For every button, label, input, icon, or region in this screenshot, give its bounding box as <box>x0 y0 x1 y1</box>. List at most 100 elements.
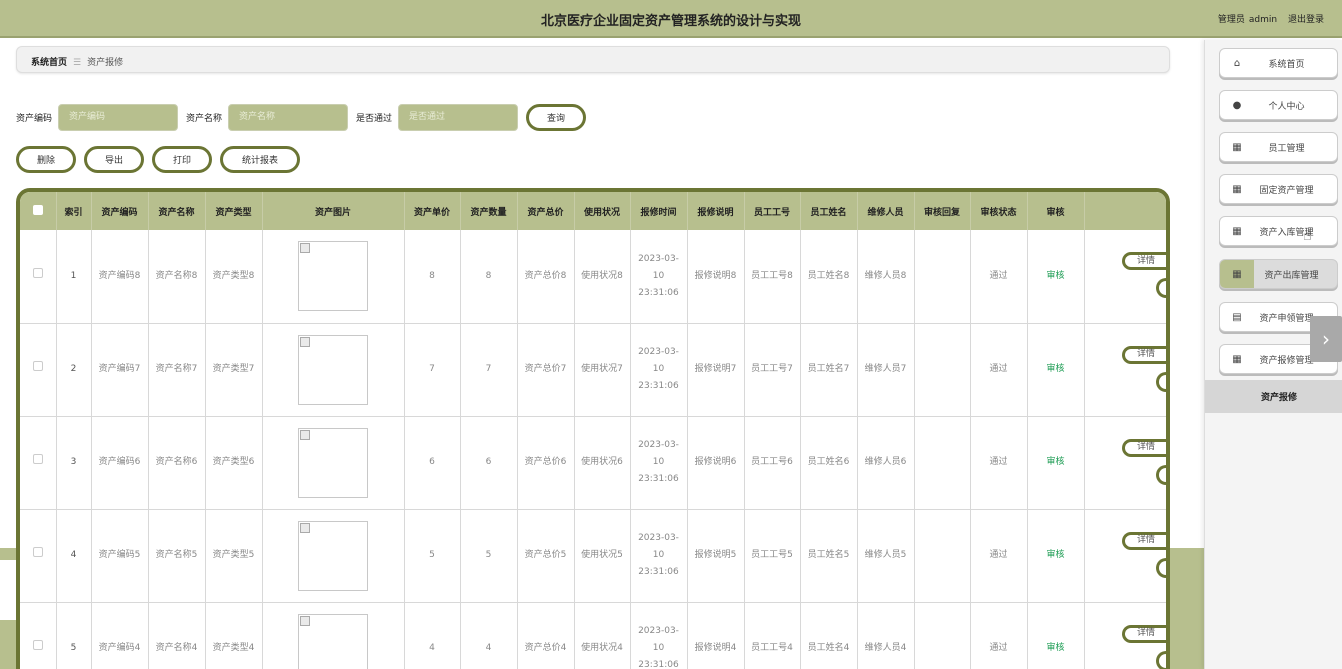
sidebar-item-home[interactable]: ⌂ 系统首页 <box>1219 48 1338 78</box>
row-checkbox-cell[interactable] <box>20 602 57 669</box>
sidebar-item-profile[interactable]: ● 个人中心 <box>1219 90 1338 120</box>
audit-link[interactable]: 审核 <box>1046 457 1064 467</box>
select-all-checkbox[interactable] <box>20 192 57 230</box>
cell-operations: 详情 <box>1084 602 1166 669</box>
cell-quantity: 5 <box>460 509 518 603</box>
audit-link[interactable]: 审核 <box>1046 364 1064 374</box>
broken-image-marker <box>300 522 310 533</box>
cell-repairer: 维修人员8 <box>857 230 915 324</box>
edit-button[interactable] <box>1155 464 1166 485</box>
grid-icon: ▦ <box>1232 353 1242 365</box>
checkbox-icon[interactable] <box>32 361 43 371</box>
audit-link[interactable]: 审核 <box>1046 271 1064 281</box>
cell-asset-name: 资产名称5 <box>148 509 206 603</box>
sidebar-subitem-repair[interactable]: 资产报修 <box>1205 380 1342 413</box>
chevron-right-icon[interactable]: › <box>1310 316 1342 362</box>
table-row: 1 资产编码8 资产名称8 资产类型8 8 8 资产总价8 使用状况8 2023-03-10 2… <box>20 230 1166 324</box>
audit-link[interactable]: 审核 <box>1046 550 1064 560</box>
checkbox-icon[interactable] <box>32 547 43 557</box>
sidebar-item-label: 资产出库管理 <box>1264 270 1319 281</box>
cell-asset-code: 资产编码8 <box>91 230 149 324</box>
grid-icon: ▦ <box>1220 260 1254 288</box>
row-checkbox-cell[interactable] <box>20 323 57 417</box>
edit-button[interactable] <box>1155 650 1166 669</box>
document-icon: ▤ <box>1232 311 1242 323</box>
breadcrumb-home[interactable]: 系统首页 <box>31 58 67 68</box>
user-area: 管理员 admin 退出登录 <box>1214 12 1324 25</box>
cell-unit-price: 5 <box>404 509 461 603</box>
top-bar: 北京医疗企业固定资产管理系统的设计与实现 管理员 admin 退出登录 <box>0 0 1342 38</box>
broken-image-marker <box>300 336 310 347</box>
broken-image-marker <box>300 429 310 440</box>
cell-repairer: 维修人员7 <box>857 323 915 417</box>
cell-unit-price: 7 <box>404 323 461 417</box>
cell-usage-status: 使用状况4 <box>574 602 631 669</box>
cell-usage-status: 使用状况7 <box>574 323 631 417</box>
column-header: 资产名称 <box>148 192 206 230</box>
checkbox-icon[interactable] <box>32 204 43 215</box>
column-header: 资产总价 <box>517 192 575 230</box>
cell-audit-action: 审核 <box>1027 509 1085 603</box>
approved-input[interactable] <box>398 103 519 131</box>
row-checkbox-cell[interactable] <box>20 509 57 603</box>
cell-usage-status: 使用状况5 <box>574 509 631 603</box>
query-button[interactable]: 查询 <box>526 103 587 131</box>
detail-button[interactable]: 详情 <box>1121 345 1166 364</box>
detail-button[interactable]: 详情 <box>1121 252 1166 270</box>
edit-button[interactable] <box>1155 278 1166 298</box>
column-header: 使用状况 <box>574 192 631 230</box>
cell-audit-status: 通过 <box>970 323 1028 417</box>
cell-asset-code: 资产编码7 <box>91 323 149 417</box>
cell-repair-desc: 报修说明5 <box>687 509 745 603</box>
broken-image-icon <box>298 520 368 591</box>
cell-asset-name: 资产名称8 <box>148 230 206 324</box>
edit-button[interactable] <box>1155 371 1166 392</box>
checkbox-icon[interactable] <box>32 267 43 278</box>
sidebar-item-employees[interactable]: ▦ 员工管理 <box>1219 132 1338 162</box>
sidebar-item-stock-in[interactable]: ▦ 资产入库管理 <box>1219 216 1338 246</box>
print-button[interactable]: 打印 <box>152 146 212 173</box>
cell-audit-status: 通过 <box>970 416 1028 510</box>
sidebar-item-stock-out[interactable]: ▦ 资产出库管理 <box>1219 259 1338 289</box>
action-bar: 删除 导出 打印 统计报表 <box>16 146 300 173</box>
sidebar-item-fixed-assets[interactable]: ▦ 固定资产管理 <box>1219 174 1338 204</box>
cell-repair-desc: 报修说明8 <box>687 230 745 324</box>
cell-usage-status: 使用状况6 <box>574 416 631 510</box>
user-role: 管理员 <box>1217 15 1245 25</box>
table-row: 3 资产编码6 资产名称6 资产类型6 6 6 资产总价6 使用状况6 2023-03-10 2… <box>20 416 1166 510</box>
cell-repairer: 维修人员5 <box>857 509 915 603</box>
detail-button[interactable]: 详情 <box>1121 624 1166 643</box>
cell-audit-action: 审核 <box>1027 602 1085 669</box>
asset-name-input[interactable] <box>228 103 349 131</box>
cell-employee-no: 员工工号5 <box>744 509 801 603</box>
audit-link[interactable]: 审核 <box>1046 643 1064 653</box>
breadcrumb-current: 资产报修 <box>87 58 124 68</box>
cell-total-price: 资产总价6 <box>517 416 575 510</box>
cell-employee-name: 员工姓名5 <box>800 509 858 603</box>
cell-audit-reply <box>914 416 971 510</box>
report-button[interactable]: 统计报表 <box>220 146 300 173</box>
export-button[interactable]: 导出 <box>84 146 144 173</box>
cell-asset-code: 资产编码5 <box>91 509 149 603</box>
column-header: 索引 <box>56 192 92 230</box>
checkbox-icon[interactable] <box>32 640 43 650</box>
detail-button[interactable]: 详情 <box>1121 531 1166 550</box>
cell-asset-type: 资产类型8 <box>205 230 263 324</box>
asset-code-input[interactable] <box>58 103 179 131</box>
checkbox-icon[interactable] <box>32 454 43 464</box>
delete-button[interactable]: 删除 <box>16 146 76 173</box>
cell-operations: 详情 <box>1084 323 1166 417</box>
broken-image-marker <box>300 243 310 254</box>
detail-button[interactable]: 详情 <box>1121 438 1166 457</box>
logout-link[interactable]: 退出登录 <box>1288 15 1324 25</box>
edit-button[interactable] <box>1155 557 1166 578</box>
cell-total-price: 资产总价4 <box>517 602 575 669</box>
cell-index: 3 <box>56 416 92 510</box>
row-checkbox-cell[interactable] <box>20 416 57 510</box>
grid-icon: ▦ <box>1232 141 1242 153</box>
broken-image-icon <box>298 334 368 405</box>
cell-asset-name: 资产名称7 <box>148 323 206 417</box>
cell-operations: 详情 <box>1084 509 1166 603</box>
row-checkbox-cell[interactable] <box>20 230 57 324</box>
cell-unit-price: 8 <box>404 230 461 324</box>
